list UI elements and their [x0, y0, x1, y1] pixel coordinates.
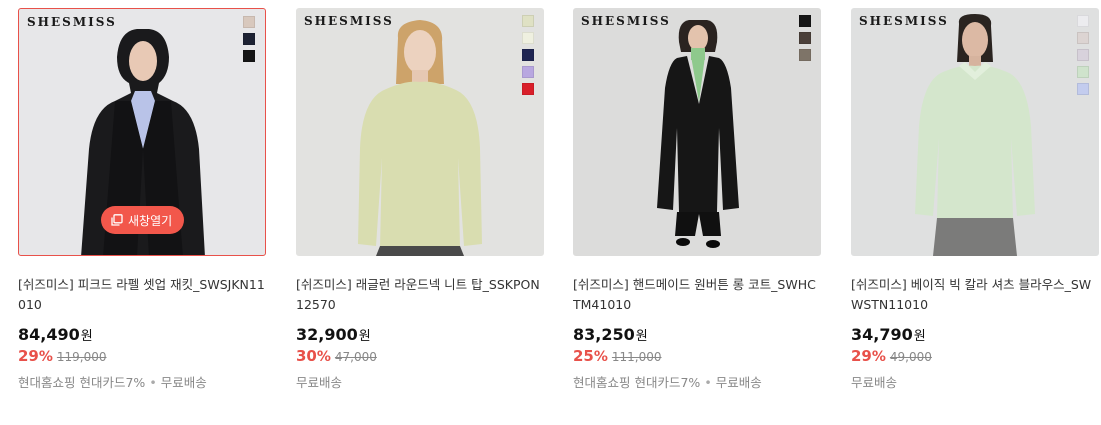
currency-unit: 원	[358, 329, 371, 344]
discount-rate: 30%	[296, 347, 331, 365]
brand-logo: SHESMISS	[581, 14, 671, 28]
free-shipping: 무료배송	[715, 375, 762, 390]
color-swatches	[522, 15, 534, 95]
color-swatch[interactable]	[522, 83, 534, 95]
product-card[interactable]: SHESMISS [쉬즈미스] 래글런 라운드넥 니트 탑_SSKPON1257…	[296, 8, 544, 391]
color-swatch[interactable]	[522, 49, 534, 61]
discount-rate: 29%	[18, 347, 53, 365]
new-window-icon	[111, 214, 123, 226]
free-shipping: 무료배송	[851, 375, 898, 390]
card-benefit: 현대홈쇼핑 현대카드7%	[18, 375, 146, 390]
sale-price: 84,490원	[18, 325, 266, 344]
currency-unit: 원	[913, 329, 926, 344]
brand-logo: SHESMISS	[304, 14, 394, 28]
sale-price: 34,790원	[851, 325, 1099, 344]
card-benefit: 현대홈쇼핑 현대카드7%	[573, 375, 701, 390]
original-price: 111,000	[611, 350, 662, 364]
sale-price: 32,900원	[296, 325, 544, 344]
free-shipping: 무료배송	[160, 375, 207, 390]
product-image[interactable]: SHESMISS	[573, 8, 821, 256]
product-title[interactable]: [쉬즈미스] 핸드메이드 원버튼 롱 코트_SWHCTM41010	[573, 275, 821, 315]
separator-dot: •	[149, 375, 157, 390]
color-swatches	[243, 16, 255, 62]
color-swatch[interactable]	[799, 49, 811, 61]
product-title[interactable]: [쉬즈미스] 피크드 라펠 셋업 재킷_SWSJKN11010	[18, 275, 266, 315]
price-value: 84,490	[18, 325, 80, 344]
color-swatch[interactable]	[522, 32, 534, 44]
product-title[interactable]: [쉬즈미스] 래글런 라운드넥 니트 탑_SSKPON12570	[296, 275, 544, 315]
discount-row: 30% 47,000	[296, 347, 544, 365]
color-swatch[interactable]	[243, 16, 255, 28]
separator-dot: •	[704, 375, 712, 390]
color-swatch[interactable]	[1077, 15, 1089, 27]
new-window-button[interactable]: 새창열기	[101, 206, 185, 234]
color-swatch[interactable]	[1077, 32, 1089, 44]
product-image[interactable]: SHESMISS	[296, 8, 544, 256]
shipping-info: 무료배송	[296, 372, 544, 391]
sale-price: 83,250원	[573, 325, 821, 344]
original-price: 47,000	[334, 350, 377, 364]
discount-row: 25% 111,000	[573, 347, 821, 365]
color-swatch[interactable]	[799, 15, 811, 27]
brand-logo: SHESMISS	[27, 15, 117, 29]
color-swatch[interactable]	[522, 66, 534, 78]
discount-row: 29% 119,000	[18, 347, 266, 365]
original-price: 49,000	[889, 350, 932, 364]
color-swatch[interactable]	[243, 50, 255, 62]
color-swatch[interactable]	[1077, 49, 1089, 61]
shipping-info: 무료배송	[851, 372, 1099, 391]
currency-unit: 원	[80, 329, 93, 344]
product-card[interactable]: SHESMISS [쉬즈미스] 핸드메이드 원버튼 롱 코트_SWHCTM410…	[573, 8, 821, 391]
product-grid: SHESMISS 새창열기 [쉬즈미스] 피크드 라펠 셋업 재킷_SWSJKN…	[0, 0, 1101, 425]
original-price: 119,000	[56, 350, 107, 364]
product-card[interactable]: SHESMISS 새창열기 [쉬즈미스] 피크드 라펠 셋업 재킷_SWSJKN…	[18, 8, 266, 391]
price-value: 83,250	[573, 325, 635, 344]
new-window-label: 새창열기	[128, 213, 173, 228]
product-image[interactable]: SHESMISS 새창열기	[18, 8, 266, 256]
brand-logo: SHESMISS	[859, 14, 949, 28]
color-swatches	[799, 15, 811, 61]
model-photo	[358, 20, 482, 256]
price-value: 32,900	[296, 325, 358, 344]
shipping-info: 현대홈쇼핑 현대카드7% • 무료배송	[573, 372, 821, 391]
model-photo	[915, 14, 1035, 256]
model-photo	[657, 20, 739, 248]
discount-rate: 25%	[573, 347, 608, 365]
color-swatch[interactable]	[243, 33, 255, 45]
discount-rate: 29%	[851, 347, 886, 365]
product-title[interactable]: [쉬즈미스] 베이직 빅 칼라 셔츠 블라우스_SWWSTN11010	[851, 275, 1099, 315]
color-swatch[interactable]	[1077, 66, 1089, 78]
color-swatch[interactable]	[1077, 83, 1089, 95]
color-swatch[interactable]	[799, 32, 811, 44]
free-shipping: 무료배송	[296, 375, 343, 390]
currency-unit: 원	[635, 329, 648, 344]
product-card[interactable]: SHESMISS [쉬즈미스] 베이직 빅 칼라 셔츠 블라우스_SWWSTN1…	[851, 8, 1099, 391]
shipping-info: 현대홈쇼핑 현대카드7% • 무료배송	[18, 372, 266, 391]
color-swatch[interactable]	[522, 15, 534, 27]
price-value: 34,790	[851, 325, 913, 344]
product-image[interactable]: SHESMISS	[851, 8, 1099, 256]
color-swatches	[1077, 15, 1089, 95]
discount-row: 29% 49,000	[851, 347, 1099, 365]
